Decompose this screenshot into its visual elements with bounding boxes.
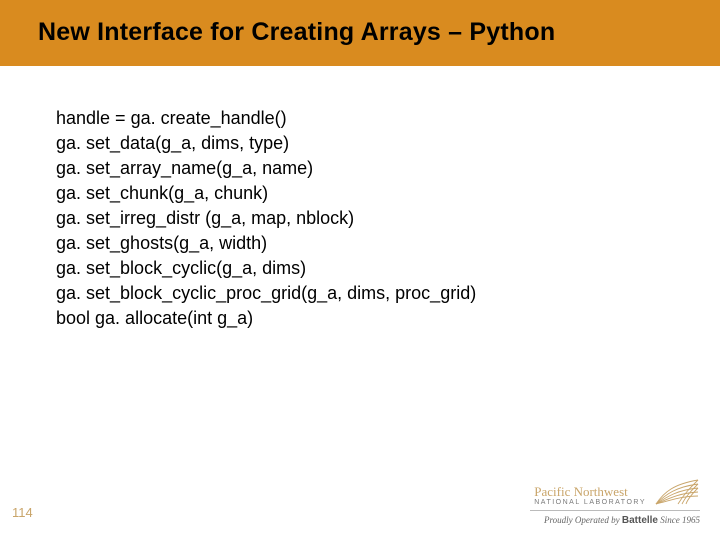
- slide: New Interface for Creating Arrays – Pyth…: [0, 0, 720, 540]
- footer-divider: [530, 510, 700, 511]
- tagline-suffix: Since 1965: [658, 515, 700, 525]
- pnnl-logo-icon: [654, 478, 700, 506]
- tagline-brand: Battelle: [622, 515, 658, 526]
- logo-sub: NATIONAL LABORATORY: [534, 499, 646, 506]
- slide-title: New Interface for Creating Arrays – Pyth…: [38, 18, 555, 47]
- logo-text: Pacific Northwest NATIONAL LABORATORY: [534, 485, 646, 506]
- footer-tagline: Proudly Operated by Battelle Since 1965: [544, 515, 700, 526]
- footer-logo-area: Pacific Northwest NATIONAL LABORATORY Pr…: [530, 478, 700, 526]
- tagline-prefix: Proudly Operated by: [544, 515, 622, 525]
- code-block: handle = ga. create_handle() ga. set_dat…: [56, 106, 476, 331]
- logo-main: Pacific Northwest: [534, 485, 628, 498]
- logo-row: Pacific Northwest NATIONAL LABORATORY: [534, 478, 700, 506]
- page-number: 114: [12, 505, 33, 520]
